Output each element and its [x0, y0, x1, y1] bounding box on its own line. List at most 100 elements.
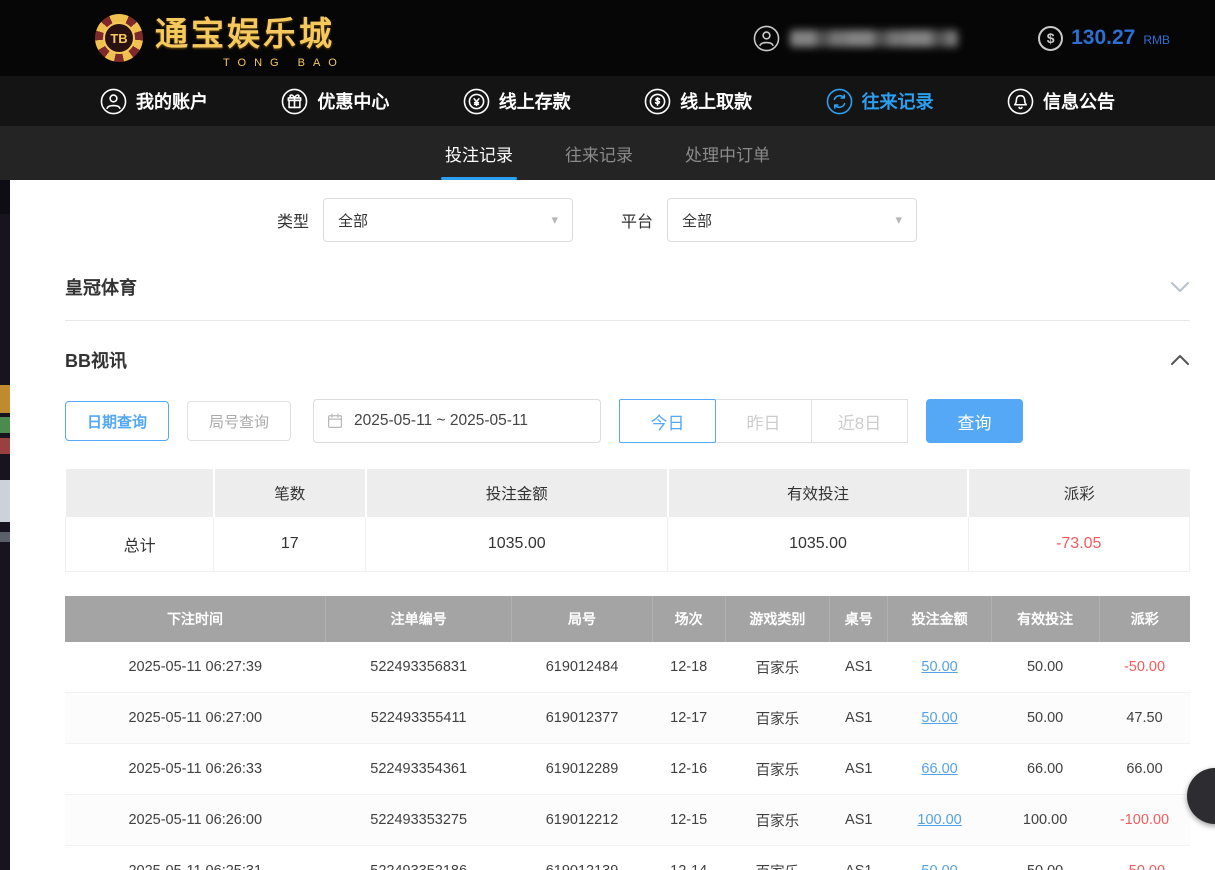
nav-item-online-withdrawal[interactable]: 线上取款: [644, 88, 752, 115]
tab-transaction-records[interactable]: 往来记录: [561, 126, 637, 180]
cell-table-number: AS1: [830, 744, 888, 795]
cell-table-number: AS1: [830, 642, 888, 693]
cell-round-number: 619012484: [512, 642, 652, 693]
nav-label: 往来记录: [862, 88, 934, 114]
cell-session: 12-15: [652, 795, 725, 846]
platform-filter-value: 全部: [682, 210, 712, 231]
platform-filter-label: 平台: [621, 208, 653, 232]
header-bet-time: 下注时间: [65, 596, 325, 642]
chip-badge: TB: [103, 22, 135, 54]
records-tbody: 2025-05-11 06:27:39 522493356831 6190124…: [65, 642, 1190, 870]
tab-label: 往来记录: [565, 141, 633, 166]
calendar-icon: [326, 412, 344, 430]
sub-tab-bar: 投注记录 往来记录 处理中订单: [0, 126, 1215, 180]
cell-bet-time: 2025-05-11 06:27:39: [65, 642, 325, 693]
tab-bet-records[interactable]: 投注记录: [441, 126, 517, 180]
nav-item-online-deposit[interactable]: 线上存款: [463, 88, 571, 115]
nav-item-promotions[interactable]: 优惠中心: [281, 88, 389, 115]
site-logo[interactable]: TB 通宝娱乐城 TONG BAO: [95, 7, 345, 69]
nav-item-my-account[interactable]: 我的账户: [100, 88, 208, 115]
cell-payout: -100.00: [1099, 795, 1190, 846]
sliver-fragment: [0, 180, 10, 214]
cell-valid-bet: 50.00: [991, 642, 1099, 693]
table-row: 2025-05-11 06:26:33 522493354361 6190122…: [65, 744, 1190, 795]
withdraw-coin-icon: [644, 88, 671, 115]
header-valid-bet: 有效投注: [991, 596, 1099, 642]
sliver-fragment: [0, 417, 10, 433]
round-query-button[interactable]: 局号查询: [187, 401, 291, 441]
cell-payout: 47.50: [1099, 693, 1190, 744]
nav-label: 线上存款: [499, 88, 571, 114]
summary-count: 17: [214, 517, 366, 572]
sliver-fragment: [0, 480, 10, 522]
deposit-coin-icon: [463, 88, 490, 115]
cell-valid-bet: 66.00: [991, 744, 1099, 795]
user-icon: [753, 25, 780, 52]
nav-item-announcements[interactable]: 信息公告: [1007, 88, 1115, 115]
cell-payout: -50.00: [1099, 846, 1190, 870]
cell-session: 12-14: [652, 846, 725, 870]
cell-valid-bet: 100.00: [991, 795, 1099, 846]
last-8-days-button[interactable]: 近8日: [811, 399, 908, 443]
balance-amount: 130.27: [1071, 26, 1135, 50]
cell-valid-bet: 50.00: [991, 846, 1099, 870]
user-icon: [100, 88, 127, 115]
table-row: 2025-05-11 06:27:39 522493356831 6190124…: [65, 642, 1190, 693]
cell-payout: 66.00: [1099, 744, 1190, 795]
chevron-down-icon: ▾: [896, 212, 903, 228]
cell-bet-id: 522493353275: [325, 795, 511, 846]
cell-round-number: 619012212: [512, 795, 652, 846]
cell-payout: -50.00: [1099, 642, 1190, 693]
cell-game-type: 百家乐: [725, 795, 829, 846]
nav-item-transaction-records[interactable]: 往来记录: [826, 88, 934, 115]
date-query-button[interactable]: 日期查询: [65, 401, 169, 441]
balance-display[interactable]: $ 130.27 RMB: [1038, 26, 1170, 51]
cell-bet-time: 2025-05-11 06:26:33: [65, 744, 325, 795]
username-redacted: [790, 30, 958, 47]
cell-game-type: 百家乐: [725, 846, 829, 870]
platform-filter-select[interactable]: 全部 ▾: [667, 198, 917, 242]
account-info[interactable]: [753, 25, 958, 52]
cell-bet-amount-link[interactable]: 50.00: [888, 693, 991, 744]
section-bb-video[interactable]: BB视讯: [65, 321, 1190, 393]
cell-bet-amount-link[interactable]: 50.00: [888, 642, 991, 693]
chevron-down-icon: [1170, 281, 1190, 293]
cell-session: 12-16: [652, 744, 725, 795]
top-header: TB 通宝娱乐城 TONG BAO $ 130.27 RMB: [0, 0, 1215, 76]
cell-bet-amount-link[interactable]: 100.00: [888, 795, 991, 846]
cell-session: 12-18: [652, 642, 725, 693]
records-header-row: 下注时间 注单编号 局号 场次 游戏类别 桌号 投注金额 有效投注 派彩: [65, 596, 1190, 642]
summary-table: 笔数 投注金额 有效投注 派彩 总计 17 1035.00 1035.00 -7…: [65, 469, 1190, 572]
cell-round-number: 619012377: [512, 693, 652, 744]
search-button[interactable]: 查询: [926, 399, 1023, 443]
cell-game-type: 百家乐: [725, 693, 829, 744]
cell-valid-bet: 50.00: [991, 693, 1099, 744]
casino-chip-icon: TB: [95, 14, 143, 62]
logo-title: 通宝娱乐城: [155, 7, 345, 55]
cell-bet-time: 2025-05-11 06:26:00: [65, 795, 325, 846]
cell-bet-id: 522493352186: [325, 846, 511, 870]
filter-row: 类型 全部 ▾ 平台 全部 ▾: [277, 198, 1190, 242]
nav-label: 线上取款: [680, 88, 752, 114]
balance-currency: RMB: [1143, 33, 1170, 47]
header-payout: 派彩: [1099, 596, 1190, 642]
logo-text: 通宝娱乐城 TONG BAO: [155, 7, 345, 69]
background-page-sliver: [0, 180, 10, 870]
header-round-number: 局号: [512, 596, 652, 642]
yesterday-button[interactable]: 昨日: [715, 399, 812, 443]
cell-table-number: AS1: [830, 795, 888, 846]
coin-icon: $: [1038, 26, 1063, 51]
chevron-up-icon: [1170, 354, 1190, 366]
logo-subtitle: TONG BAO: [223, 57, 345, 69]
main-content: 类型 全部 ▾ 平台 全部 ▾ 皇冠体育 BB视讯 日期查询 局号查询: [0, 198, 1215, 870]
table-row: 2025-05-11 06:25:31 522493352186 6190121…: [65, 846, 1190, 870]
section-title: 皇冠体育: [65, 274, 137, 300]
section-crown-sports[interactable]: 皇冠体育: [65, 248, 1190, 320]
cell-bet-id: 522493354361: [325, 744, 511, 795]
date-range-input[interactable]: 2025-05-11 ~ 2025-05-11: [313, 399, 601, 443]
type-filter-select[interactable]: 全部 ▾: [323, 198, 573, 242]
cell-bet-amount-link[interactable]: 66.00: [888, 744, 991, 795]
cell-bet-amount-link[interactable]: 50.00: [888, 846, 991, 870]
tab-processing-orders[interactable]: 处理中订单: [681, 126, 774, 180]
today-button[interactable]: 今日: [619, 399, 716, 443]
